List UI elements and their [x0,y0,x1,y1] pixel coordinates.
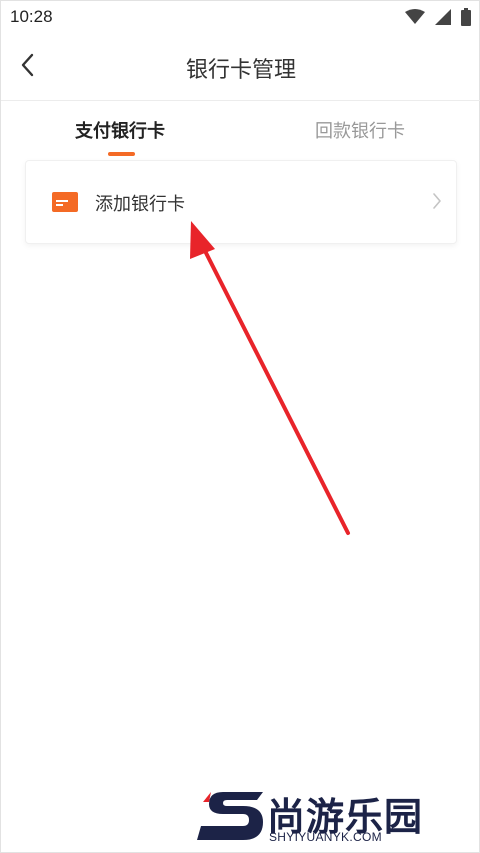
status-icons [405,8,471,30]
wifi-icon [405,9,425,29]
screen: 10:28 银行卡管理 支付银行卡 回款银行卡 添加银行卡 尚游乐园 SHYIY… [0,0,480,853]
tab-payment-cards[interactable]: 支付银行卡 [75,117,165,143]
active-tab-indicator [108,152,135,156]
status-bar: 10:28 [1,1,480,35]
chevron-right-icon [432,192,442,214]
watermark-logo-icon [197,788,265,848]
page-title: 银行卡管理 [185,58,296,83]
status-time: 10:28 [10,7,53,26]
battery-icon [461,8,471,30]
watermark-brand-en: SHYIYUANYK.COM [269,830,382,844]
watermark: 尚游乐园 SHYIYUANYK.COM [197,786,475,846]
tab-bar: 支付银行卡 回款银行卡 [1,101,480,159]
tab-refund-cards[interactable]: 回款银行卡 [315,117,405,143]
bank-card-icon [52,192,78,216]
signal-icon [435,9,451,29]
add-bank-card-label: 添加银行卡 [95,194,185,215]
add-bank-card-button[interactable]: 添加银行卡 [25,160,457,244]
header: 银行卡管理 [1,35,480,101]
